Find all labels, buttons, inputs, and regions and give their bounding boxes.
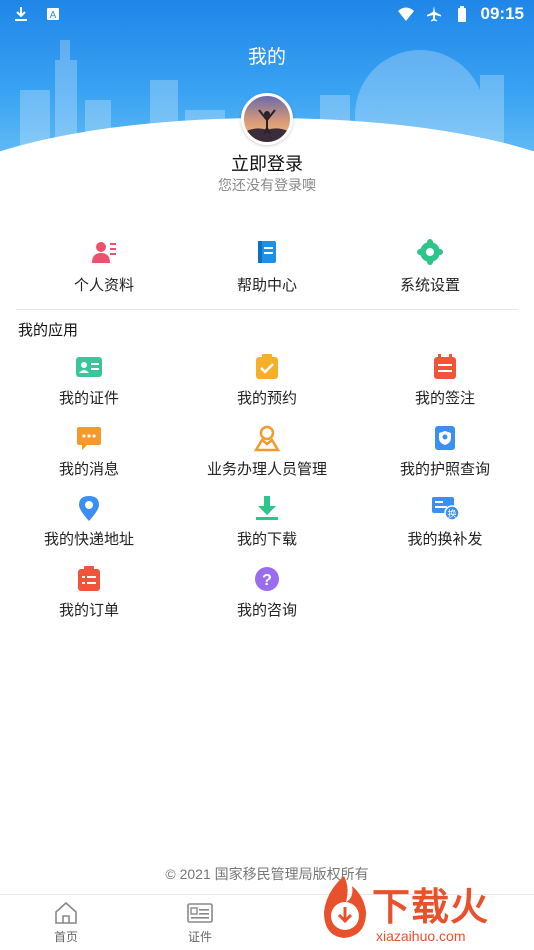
help-book-icon (258, 241, 276, 263)
divider (16, 309, 518, 310)
app-item-label: 我的消息 (58, 461, 119, 478)
airplane-icon (426, 6, 441, 22)
app-item-label: 我的咨询 (236, 602, 297, 619)
app-item-label: 业务办理人员管理 (206, 461, 327, 478)
app-item-appointments[interactable]: 我的预约 (182, 353, 352, 408)
svg-text:A: A (50, 10, 57, 21)
passport-search-icon (435, 426, 455, 450)
app-item-downloads[interactable]: 我的下载 (182, 494, 352, 549)
apps-section-title: 我的应用 (18, 322, 79, 339)
page-title: 我的 (247, 47, 286, 68)
quick-item-settings[interactable]: 系统设置 (360, 238, 500, 295)
watermark-brand: 下载火 (372, 887, 490, 929)
app-item-label: 我的快递地址 (43, 531, 134, 548)
quick-item-help[interactable]: 帮助中心 (197, 238, 337, 295)
gear-icon (417, 239, 443, 265)
tab-documents[interactable]: 证件 (160, 901, 240, 945)
download-icon (256, 496, 278, 520)
app-item-label: 我的预约 (236, 390, 297, 407)
app-item-label: 我的换补发 (407, 531, 483, 548)
location-pin-icon (79, 496, 99, 521)
quick-item-profile[interactable]: 个人资料 (34, 238, 174, 295)
svg-text:换: 换 (447, 508, 456, 520)
app-item-label: 我的订单 (58, 602, 119, 619)
replace-card-icon: 换 (432, 497, 459, 521)
tab-label: 首页 (53, 930, 78, 944)
message-bubble-icon (77, 427, 101, 450)
tab-label: 证件 (187, 930, 212, 944)
app-item-label: 我的签注 (414, 390, 475, 407)
app-item-consultation[interactable]: ? 我的咨询 (182, 565, 352, 620)
status-bar: A 09:15 (0, 0, 534, 28)
app-item-messages[interactable]: 我的消息 (4, 424, 174, 479)
app-item-label: 我的证件 (58, 390, 119, 407)
home-icon (55, 901, 77, 924)
wifi-icon (397, 7, 414, 21)
quick-item-label: 个人资料 (73, 277, 134, 294)
app-item-delivery-address[interactable]: 我的快递地址 (4, 494, 174, 549)
login-subtitle: 您还没有登录噢 (218, 177, 316, 193)
appointment-clipboard-icon (256, 354, 278, 379)
app-item-passport-query[interactable]: 我的护照查询 (360, 424, 530, 479)
app-item-label: 我的下载 (236, 531, 297, 548)
login-title[interactable]: 立即登录 (0, 150, 534, 176)
translate-status-icon: A (47, 8, 59, 21)
quick-actions: 个人资料 帮助中心 系统设置 (0, 238, 534, 298)
app-item-certificates[interactable]: 我的证件 (4, 353, 174, 408)
tab-home[interactable]: 首页 (26, 901, 106, 945)
watermark-domain: xiazaihuo.com (376, 928, 466, 944)
battery-icon (457, 6, 466, 22)
question-icon: ? (255, 567, 279, 591)
app-item-label: 我的护照查询 (399, 461, 490, 478)
watermark-logo: 下载火 xiazaihuo.com (314, 870, 534, 950)
app-item-replacement[interactable]: 换 我的换补发 (360, 494, 530, 549)
app-item-orders[interactable]: 我的订单 (4, 565, 174, 620)
app-item-endorsements[interactable]: 我的签注 (360, 353, 530, 408)
avatar[interactable] (241, 93, 293, 145)
quick-item-label: 帮助中心 (236, 277, 297, 294)
status-time: 09:15 (480, 4, 524, 23)
document-card-icon (187, 903, 213, 923)
download-status-icon (15, 7, 27, 21)
order-list-icon (78, 566, 100, 591)
profile-card-icon (92, 242, 116, 263)
svg-text:?: ? (262, 572, 272, 589)
app-item-staff-management[interactable]: 业务办理人员管理 (182, 424, 352, 479)
avatar-person-icon (244, 109, 290, 142)
quick-item-label: 系统设置 (399, 277, 460, 294)
person-manage-icon (253, 425, 281, 452)
endorsement-calendar-icon (434, 354, 456, 379)
flame-logo-icon (324, 876, 366, 938)
id-card-icon (76, 357, 102, 377)
